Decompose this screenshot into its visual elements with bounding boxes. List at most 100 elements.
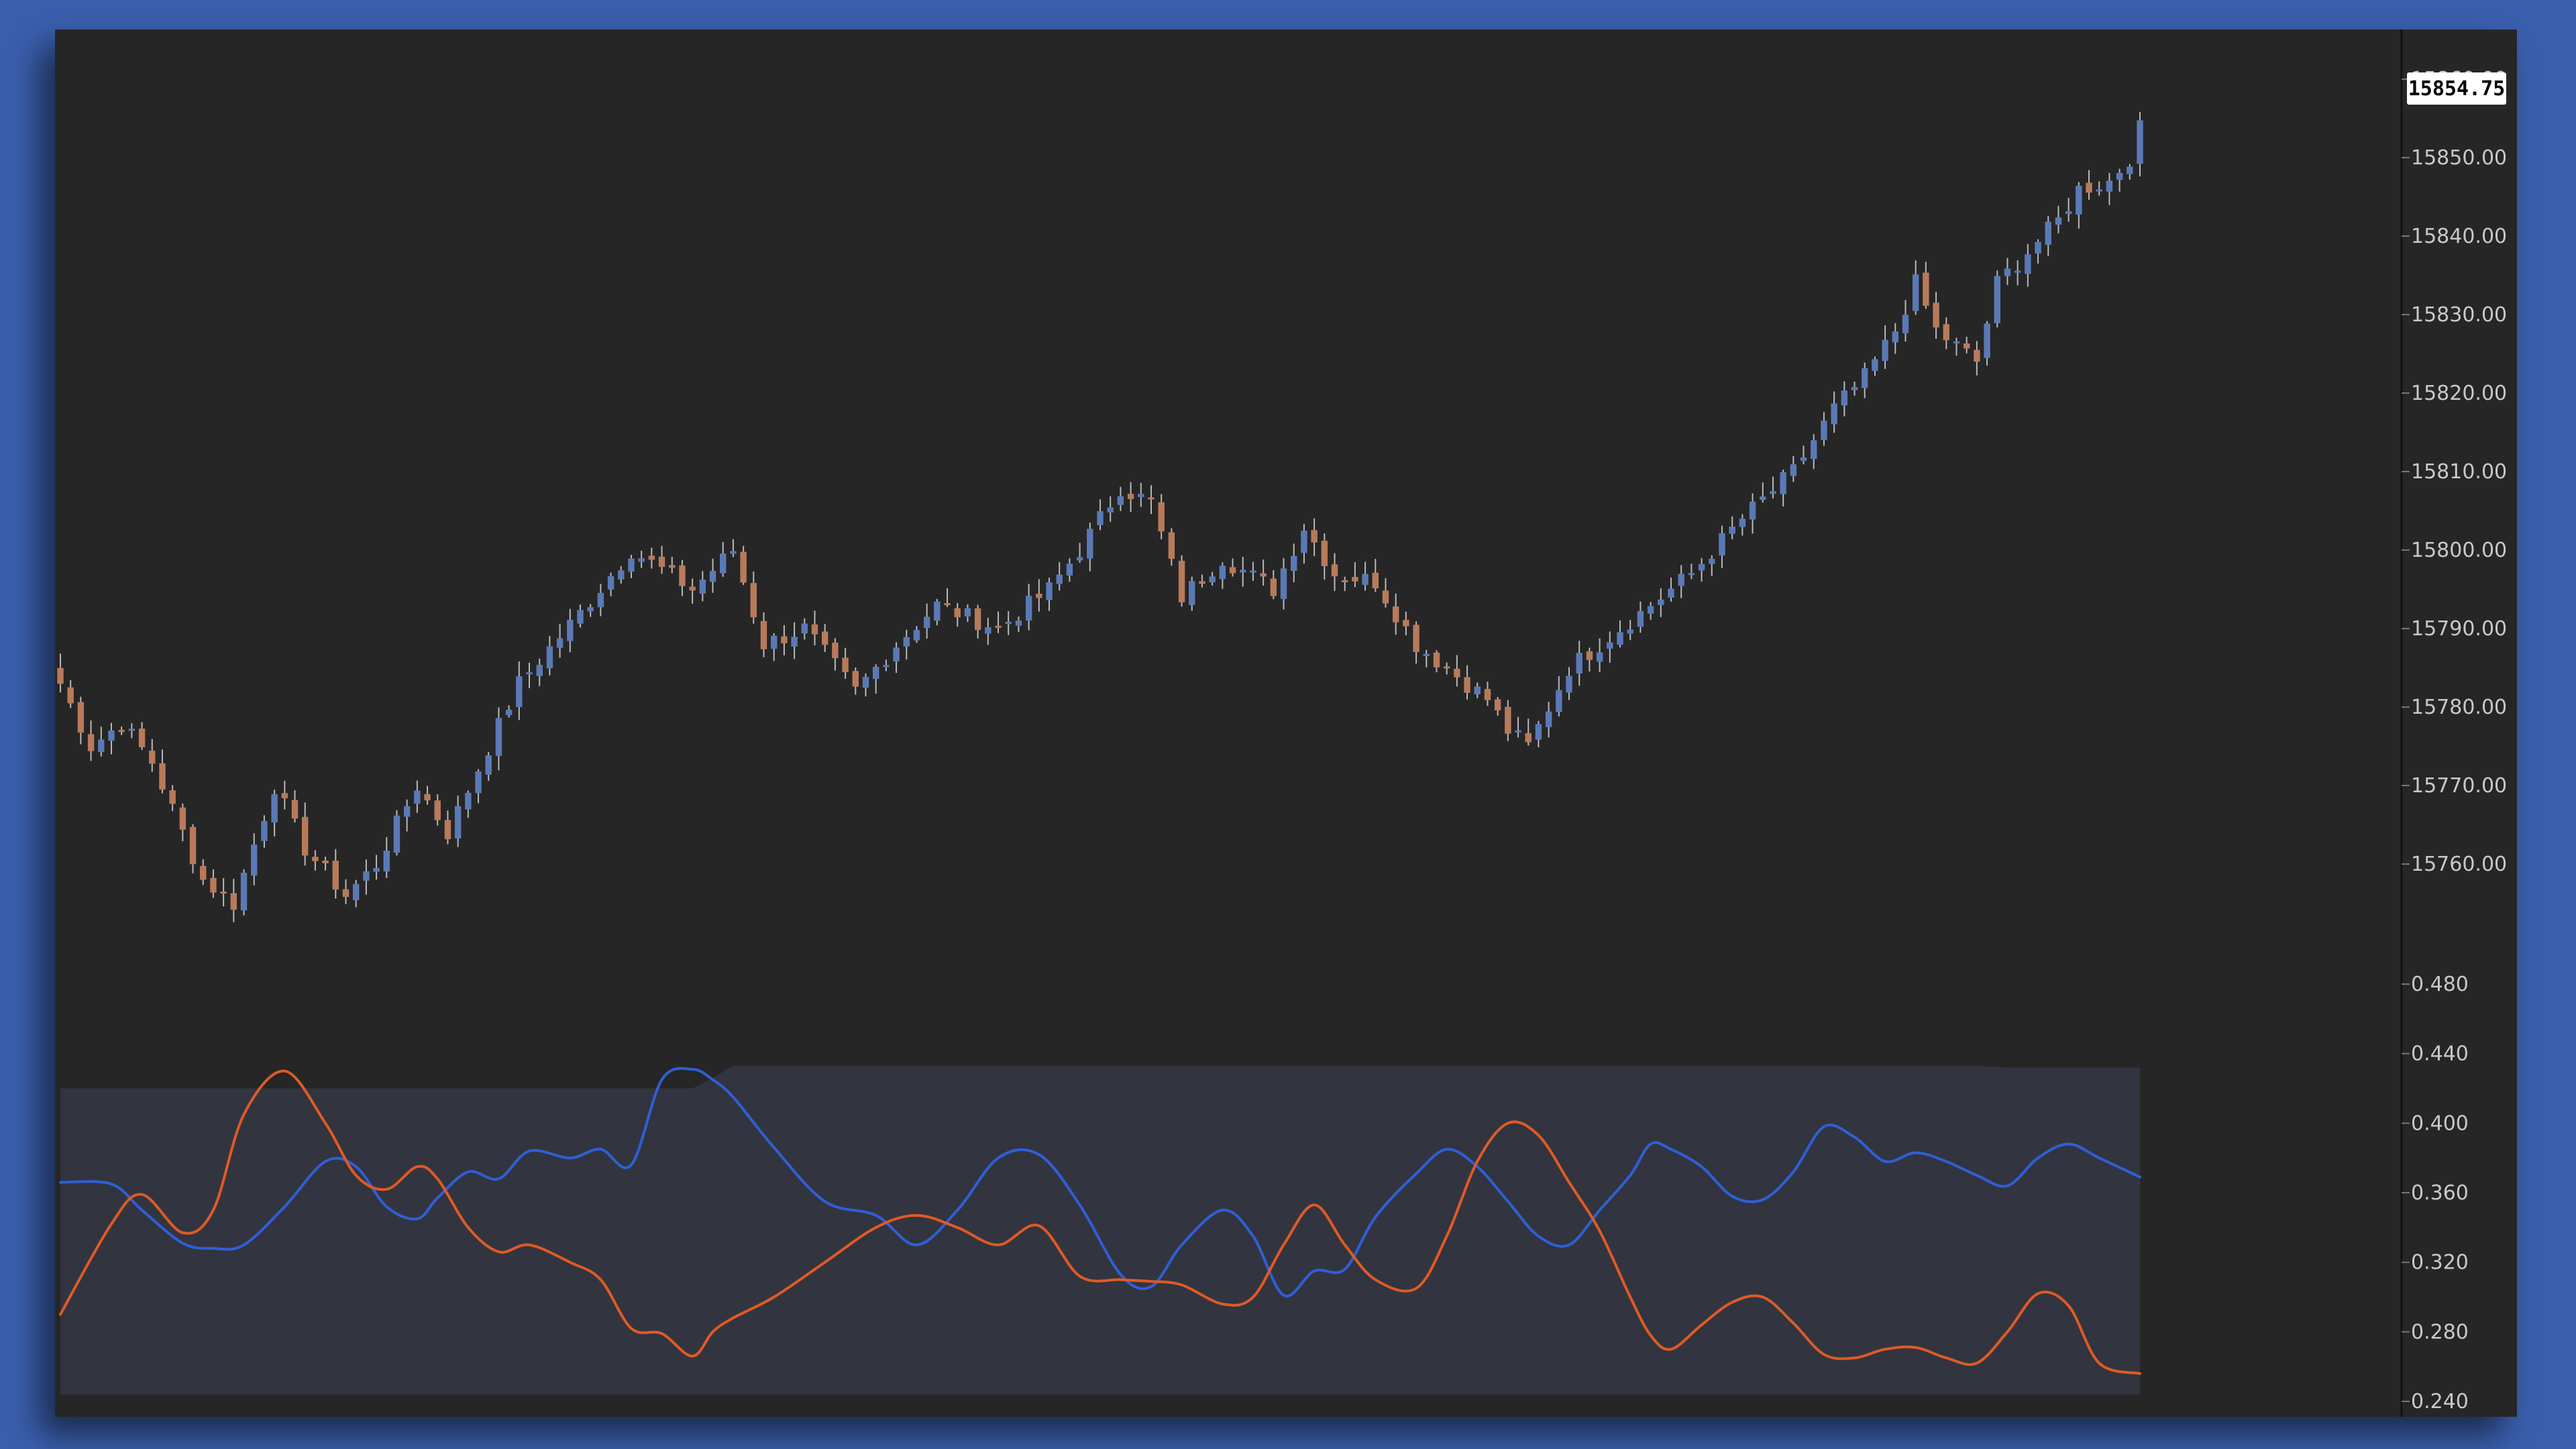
chart-window[interactable]: 15860.0015850.0015840.0015830.0015820.00… [55,30,2517,1417]
price-axis[interactable]: 15860.0015850.0015840.0015830.0015820.00… [2402,68,2507,876]
candle[interactable] [1189,576,1195,611]
candle[interactable] [923,603,930,639]
candle[interactable] [1464,665,1470,700]
candle[interactable] [465,790,472,818]
candle[interactable] [587,604,594,617]
candle[interactable] [1066,558,1073,582]
candle[interactable] [526,662,533,688]
candle[interactable] [424,786,431,805]
candle[interactable] [893,642,900,674]
candle[interactable] [1025,584,1032,631]
candle[interactable] [546,636,553,676]
candle[interactable] [2035,239,2041,264]
candle[interactable] [1576,641,1582,686]
candle[interactable] [291,790,299,823]
candle[interactable] [342,879,350,904]
candle[interactable] [1749,493,1756,534]
candle[interactable] [1291,543,1297,582]
candle[interactable] [709,558,716,593]
candle[interactable] [2004,258,2011,285]
candle[interactable] [903,629,910,660]
candle[interactable] [862,673,869,697]
candle[interactable] [1535,720,1542,747]
candle[interactable] [832,638,839,671]
candle[interactable] [363,859,370,895]
candle[interactable] [87,720,95,761]
candle[interactable] [1505,700,1511,741]
candle[interactable] [740,545,747,586]
candle[interactable] [108,722,115,755]
candle[interactable] [2055,205,2062,233]
candle[interactable] [995,611,1002,633]
candle[interactable] [689,578,696,604]
candle[interactable] [1443,662,1450,675]
candle[interactable] [1821,412,1827,446]
candle[interactable] [352,879,360,908]
candle[interactable] [1698,557,1705,582]
candle[interactable] [1566,667,1572,700]
candle[interactable] [1087,522,1093,572]
candle[interactable] [1647,602,1654,620]
candle[interactable] [1739,514,1746,536]
candle[interactable] [1831,391,1837,433]
candle[interactable] [1586,647,1593,672]
candle[interactable] [77,696,85,745]
candle[interactable] [1892,323,1899,354]
candle[interactable] [1494,697,1501,716]
candle[interactable] [2096,181,2102,196]
candle[interactable] [2014,260,2021,286]
candle[interactable] [301,802,309,866]
candle[interactable] [230,879,237,922]
candle[interactable] [2086,170,2092,200]
candle[interactable] [138,722,146,750]
candle[interactable] [1341,576,1348,592]
candle[interactable] [1229,558,1236,577]
candle[interactable] [618,566,625,584]
candle[interactable] [944,588,951,607]
candle[interactable] [1729,516,1735,539]
candle[interactable] [1423,649,1430,667]
candle[interactable] [1627,620,1633,641]
candle[interactable] [1607,631,1613,663]
candle[interactable] [373,855,380,880]
candle[interactable] [1352,562,1358,588]
candle[interactable] [1056,562,1063,591]
candle[interactable] [1199,574,1205,588]
candle[interactable] [648,547,655,569]
candle[interactable] [312,850,319,871]
candle[interactable] [1515,716,1521,738]
candle[interactable] [699,571,706,602]
candle[interactable] [240,869,248,916]
candle[interactable] [1219,562,1226,589]
candle[interactable] [271,790,278,837]
candle[interactable] [169,785,176,812]
chart-canvas[interactable]: 15860.0015850.0015840.0015830.0015820.00… [55,30,2517,1417]
candle[interactable] [607,572,614,596]
candle[interactable] [1617,620,1623,648]
candle[interactable] [536,658,543,686]
candle[interactable] [577,604,584,628]
candle[interactable] [1658,588,1664,617]
candle[interactable] [1841,381,1848,417]
candle[interactable] [210,869,217,898]
candle[interactable] [67,680,74,708]
candle[interactable] [934,598,941,626]
candle[interactable] [261,815,268,848]
candle[interactable] [1138,482,1144,507]
candle[interactable] [2127,164,2133,180]
indicator-pane[interactable] [59,1065,2141,1395]
candle[interactable] [118,727,125,735]
candle[interactable] [1097,499,1104,531]
candle[interactable] [1556,676,1562,716]
candle[interactable] [1596,638,1603,672]
candle[interactable] [954,602,961,627]
candle[interactable] [1280,558,1287,610]
candle[interactable] [220,877,227,907]
candle[interactable] [1015,616,1022,633]
candle[interactable] [322,857,329,871]
candle[interactable] [1454,655,1460,687]
candle[interactable] [475,769,482,804]
candle[interactable] [1005,610,1012,635]
candle[interactable] [1107,496,1114,522]
candle[interactable] [1770,476,1776,499]
